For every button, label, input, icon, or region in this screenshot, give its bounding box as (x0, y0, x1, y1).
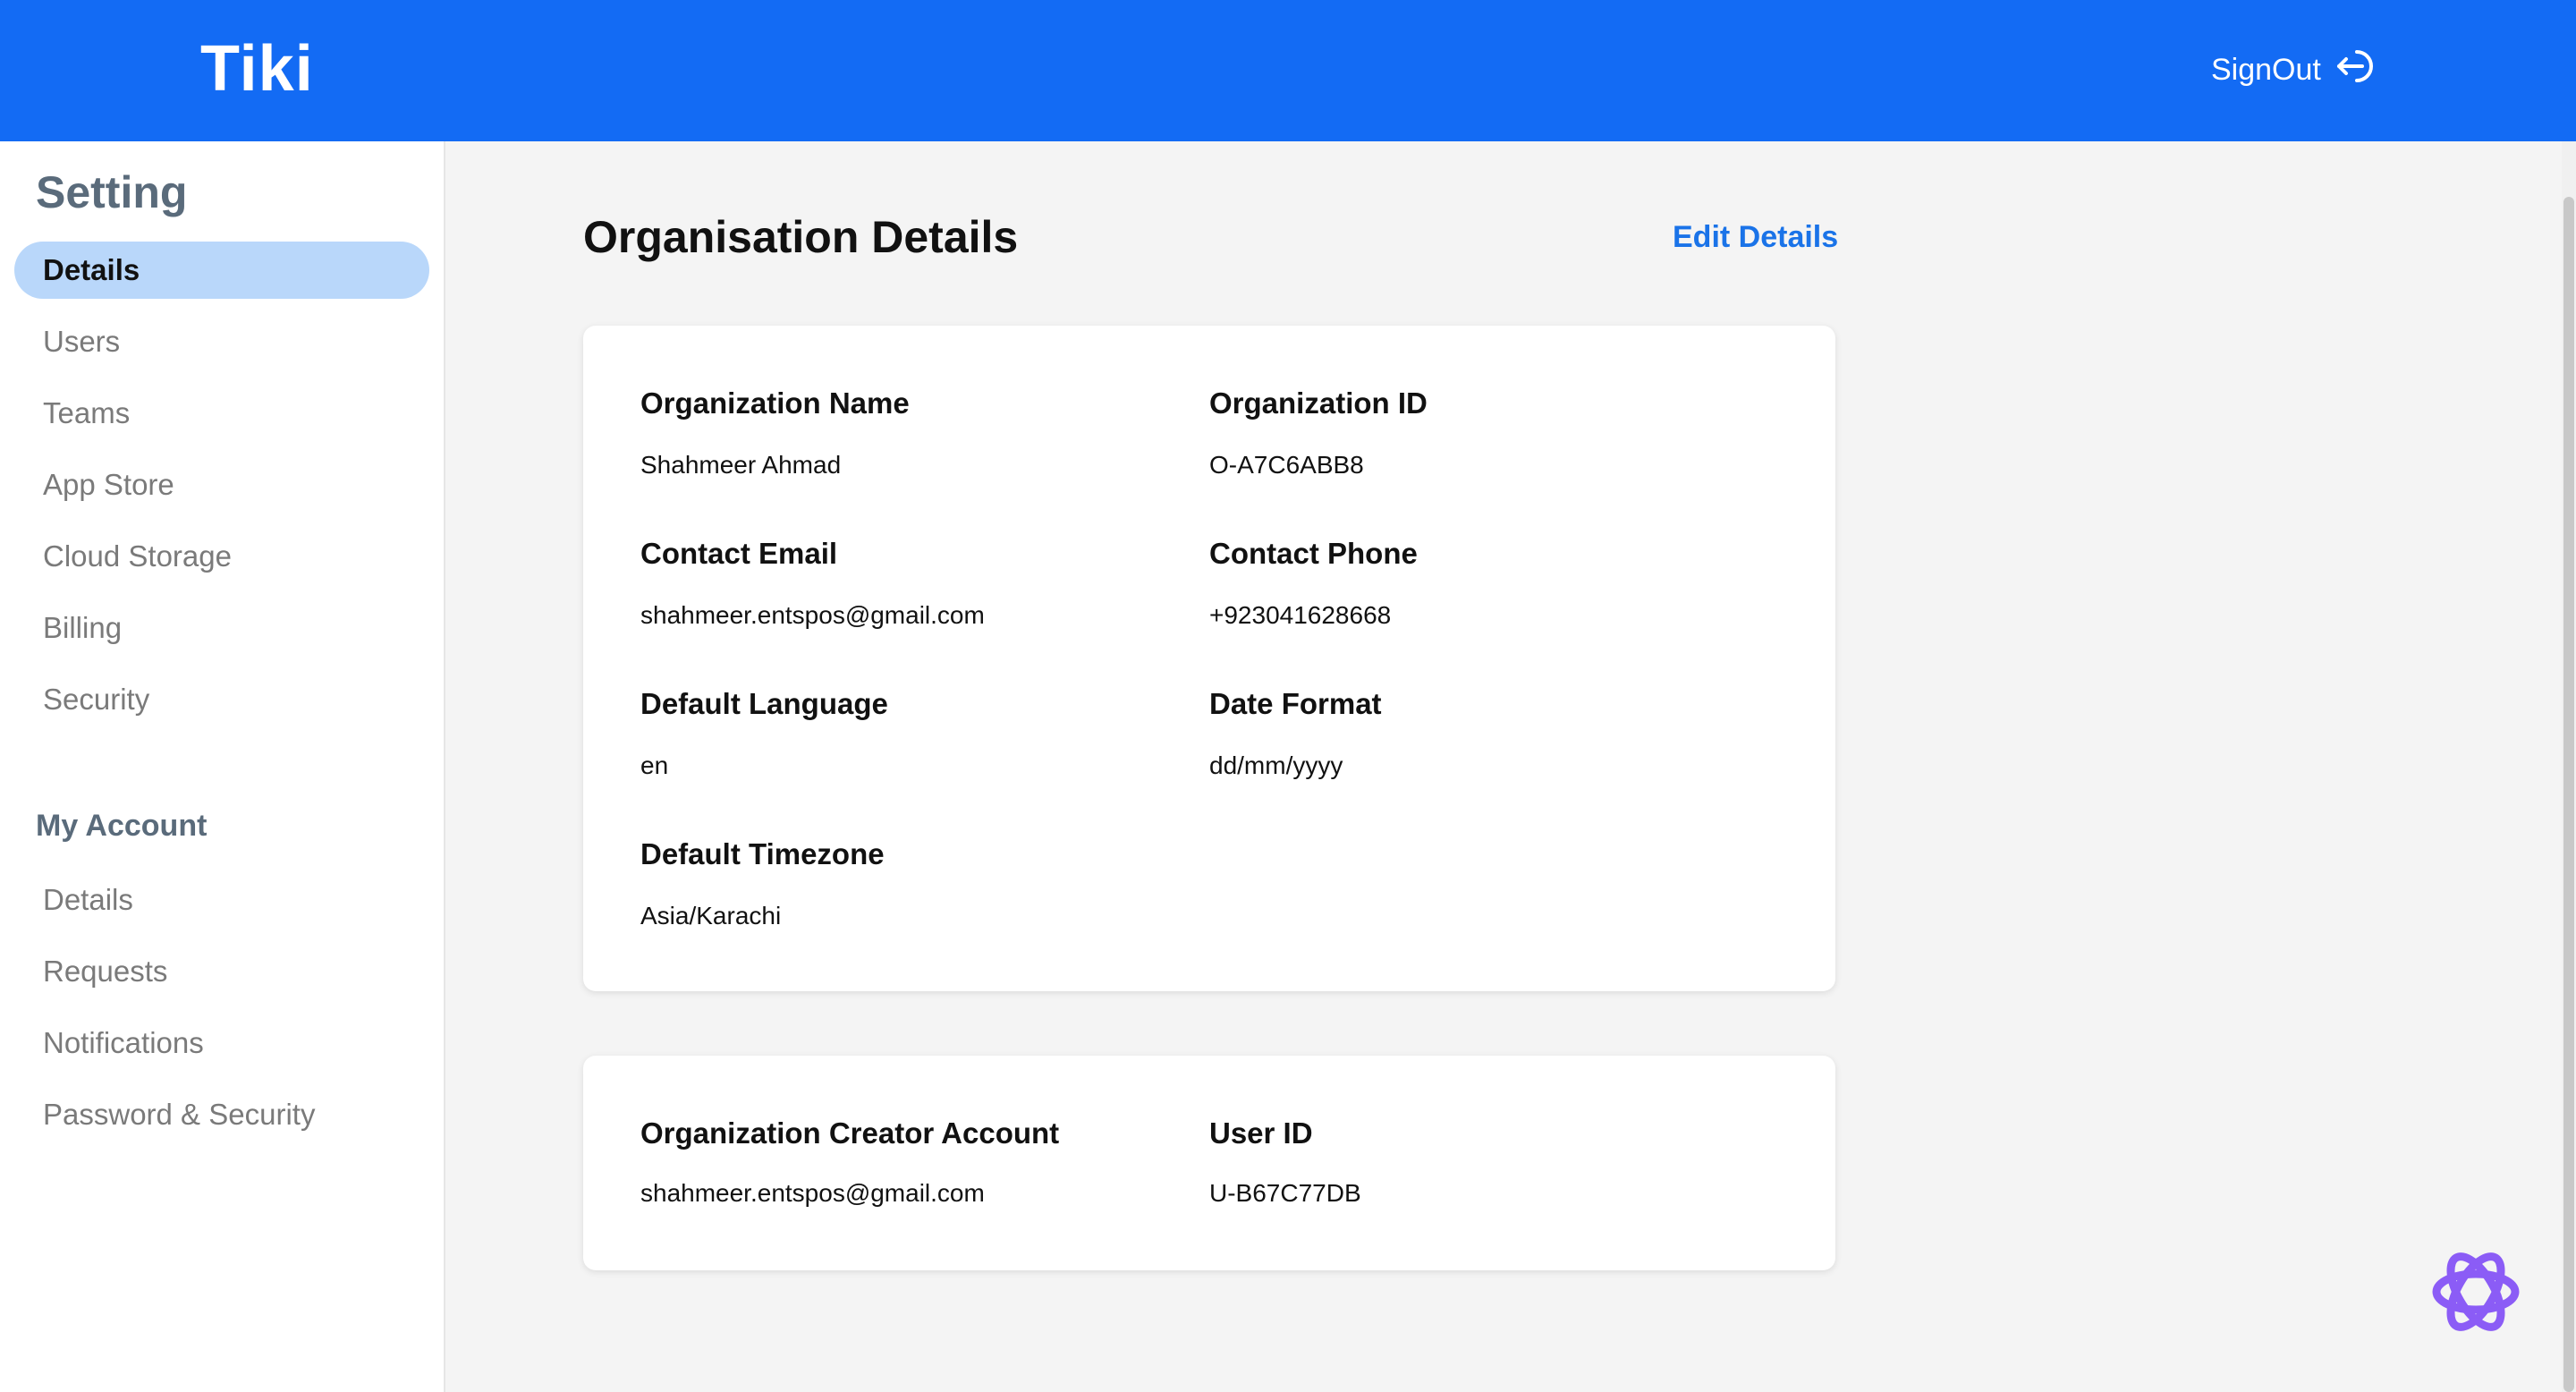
user-id-label: User ID (1209, 1116, 1313, 1150)
date-format-value: dd/mm/yyyy (1209, 751, 1343, 779)
settings-sidebar: Setting Details Users Teams App Store Cl… (0, 141, 445, 1392)
default-timezone-value: Asia/Karachi (640, 902, 782, 929)
contact-email-label: Contact Email (640, 537, 838, 570)
user-id-value: U-B67C77DB (1209, 1179, 1361, 1207)
creator-account-value: shahmeer.entspos@gmail.com (640, 1179, 985, 1207)
sidebar-item-notifications[interactable]: Notifications (43, 1014, 204, 1072)
sidebar-item-users[interactable]: Users (43, 313, 120, 370)
signout-label: SignOut (2211, 52, 2321, 87)
creator-account-card: Organization Creator Account shahmeer.en… (583, 1056, 1835, 1270)
org-id-label: Organization ID (1209, 386, 1428, 420)
org-name-label: Organization Name (640, 386, 910, 420)
sidebar-item-details[interactable]: Details (14, 242, 429, 299)
sidebar-item-billing[interactable]: Billing (43, 599, 122, 657)
org-name-value: Shahmeer Ahmad (640, 451, 842, 479)
sidebar-section-my-account: My Account (36, 809, 208, 843)
edit-details-link[interactable]: Edit Details (1673, 220, 1838, 255)
sidebar-title: Setting (36, 167, 188, 217)
contact-email-value: shahmeer.entspos@gmail.com (640, 601, 985, 629)
app-logo[interactable]: Tiki (200, 32, 314, 106)
creator-account-label: Organization Creator Account (640, 1116, 1060, 1150)
scrollbar-thumb[interactable] (2563, 197, 2574, 1392)
openai-chat-icon[interactable] (2420, 1236, 2531, 1347)
sidebar-item-requests[interactable]: Requests (43, 943, 167, 1000)
sidebar-item-security[interactable]: Security (43, 671, 149, 728)
date-format-label: Date Format (1209, 687, 1382, 720)
contact-phone-value: +923041628668 (1209, 601, 1392, 629)
default-language-value: en (640, 751, 669, 779)
signout-button[interactable]: SignOut (2211, 45, 2375, 95)
sidebar-item-app-store[interactable]: App Store (43, 456, 174, 514)
default-timezone-label: Default Timezone (640, 837, 885, 870)
sidebar-item-account-details[interactable]: Details (43, 871, 133, 929)
sidebar-item-teams[interactable]: Teams (43, 385, 130, 442)
signout-icon (2332, 45, 2375, 96)
top-header: Tiki SignOut (0, 0, 2576, 141)
contact-phone-label: Contact Phone (1209, 537, 1418, 570)
organization-details-card: Organization Name Shahmeer Ahmad Organiz… (583, 326, 1835, 991)
page-title: Organisation Details (583, 212, 1019, 262)
org-id-value: O-A7C6ABB8 (1209, 451, 1364, 479)
sidebar-item-password-security[interactable]: Password & Security (43, 1086, 315, 1143)
sidebar-item-cloud-storage[interactable]: Cloud Storage (43, 528, 232, 585)
default-language-label: Default Language (640, 687, 888, 720)
